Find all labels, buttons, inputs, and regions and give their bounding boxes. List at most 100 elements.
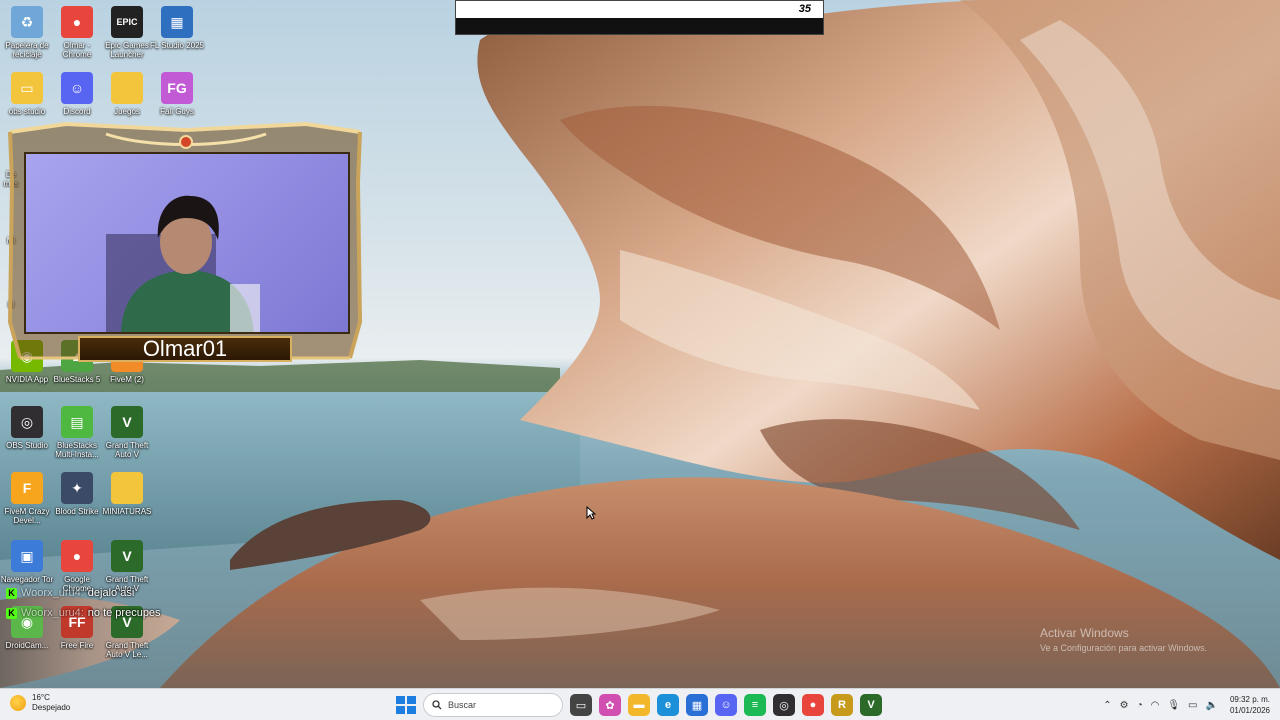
weather-widget[interactable]: 16°C Despejado bbox=[10, 693, 70, 713]
desktop-icon-label: Epic Games Launcher bbox=[105, 41, 149, 59]
tray-app-icon[interactable]: ⚙ bbox=[1120, 700, 1129, 711]
taskbar-app-spotify[interactable]: ≡ bbox=[744, 694, 766, 716]
desktop-icon-label: DroidCam... bbox=[5, 641, 49, 650]
fl-studio-icon: ▦ bbox=[161, 6, 193, 38]
mouse-cursor-icon bbox=[586, 506, 596, 520]
desktop-icon-label: Blood Strike bbox=[55, 507, 99, 516]
windows-logo-tile bbox=[407, 706, 416, 714]
discord-icon: ☺ bbox=[61, 72, 93, 104]
bluestacks-multi-icon: ▤ bbox=[61, 406, 93, 438]
chat-text: dejalo asi bbox=[87, 587, 135, 599]
desktop-icon-label: FL Studio 2025 bbox=[150, 41, 204, 50]
taskbar-search-box[interactable]: Buscar bbox=[423, 693, 563, 717]
fivem-dev-icon: F bbox=[11, 472, 43, 504]
chat-text: no te precupes bbox=[87, 607, 161, 619]
search-placeholder: Buscar bbox=[448, 700, 477, 710]
desktop-icon[interactable]: ▣ Navegador Tor bbox=[0, 540, 54, 584]
desktop-icon-label: Grand Theft Auto V Le... bbox=[105, 641, 149, 659]
desktop-icon[interactable]: F FiveM Crazy Devel... bbox=[0, 472, 54, 525]
start-button[interactable] bbox=[394, 694, 416, 716]
fall-guys-icon: FG bbox=[161, 72, 193, 104]
taskbar: 16°C Despejado Buscar ▭ ✿ ▬ e ▦ ☺ ≡ ◎ ● R V ⌃ ⚙ ◔ … bbox=[0, 688, 1280, 720]
desktop-icon[interactable]: ✦ Blood Strike bbox=[50, 472, 104, 516]
desktop-icon-label: Juegos bbox=[114, 107, 140, 116]
folder-icon bbox=[111, 472, 143, 504]
overlay-progress-strip bbox=[456, 1, 823, 18]
desktop-icon-label: BlueStacks 5 bbox=[53, 375, 101, 384]
desktop-icon-label: NVIDIA App bbox=[5, 375, 49, 384]
windows-logo-tile bbox=[407, 696, 416, 704]
desktop-icon[interactable]: ▭ obs studio bbox=[0, 72, 54, 116]
desktop-icon-label: Papelera de reciclaje bbox=[5, 41, 49, 59]
windows-logo-tile bbox=[396, 706, 405, 714]
taskbar-app-gta-v[interactable]: V bbox=[860, 694, 882, 716]
desktop-icon-label: Grand Theft Auto V bbox=[105, 441, 149, 459]
taskbar-app-roblox-studio[interactable]: R bbox=[831, 694, 853, 716]
stream-top-overlay: 35 bbox=[455, 0, 824, 35]
desktop-icon[interactable]: ▤ BlueStacks Multi-Insta... bbox=[50, 406, 104, 459]
desktop-icon[interactable]: V Grand Theft Auto V bbox=[100, 406, 154, 459]
desktop-icon-label: Olmar - Chrome bbox=[62, 41, 92, 59]
browser-icon: ▣ bbox=[11, 540, 43, 572]
network-icon[interactable]: ◔ bbox=[1137, 700, 1143, 711]
desktop-icon[interactable]: ◎ OBS Studio bbox=[0, 406, 54, 450]
chat-username: Woorx_uru4: bbox=[21, 607, 84, 619]
taskbar-app-chrome[interactable]: ● bbox=[802, 694, 824, 716]
webcam-feed bbox=[24, 152, 350, 334]
blood-strike-icon: ✦ bbox=[61, 472, 93, 504]
search-icon bbox=[432, 700, 442, 710]
taskbar-app-task-view[interactable]: ▭ bbox=[570, 694, 592, 716]
microphone-icon[interactable]: 🎙 bbox=[1167, 700, 1180, 711]
recycle-bin-icon: ♻ bbox=[11, 6, 43, 38]
desktop-icon[interactable]: FG Fall Guys bbox=[150, 72, 204, 116]
weather-description: Despejado bbox=[32, 703, 71, 712]
desktop-icon[interactable]: ▦ FL Studio 2025 bbox=[150, 6, 204, 50]
desktop-icon[interactable]: EPIC Epic Games Launcher bbox=[100, 6, 154, 59]
activate-windows-watermark: Activar Windows Ve a Configuración para … bbox=[1040, 626, 1207, 653]
desktop-icon-label: OBS Studio bbox=[6, 441, 48, 450]
desktop-icon-label: obs studio bbox=[8, 107, 46, 116]
windows-logo-tile bbox=[396, 696, 405, 704]
taskbar-center: Buscar ▭ ✿ ▬ e ▦ ☺ ≡ ◎ ● R V bbox=[394, 692, 882, 718]
overlay-counter: 35 bbox=[798, 3, 811, 15]
desktop-icon-label: MINIATURAS bbox=[102, 507, 152, 516]
taskbar-app-obs[interactable]: ◎ bbox=[773, 694, 795, 716]
desktop-icon-label: BlueStacks Multi-Insta... bbox=[55, 441, 99, 459]
desktop-icon-label: Discord bbox=[63, 107, 91, 116]
kick-icon: K bbox=[6, 607, 17, 619]
watermark-subtitle: Ve a Configuración para activar Windows. bbox=[1040, 643, 1208, 653]
wifi-icon[interactable]: ◠ bbox=[1151, 700, 1160, 711]
folder-icon bbox=[111, 72, 143, 104]
webcam-overlay: Olmar01 bbox=[6, 122, 364, 362]
desktop-icon[interactable]: ☺ Discord bbox=[50, 72, 104, 116]
gta-v-icon: V bbox=[111, 540, 143, 572]
taskbar-app-copilot[interactable]: ✿ bbox=[599, 694, 621, 716]
desktop-icon[interactable]: ♻ Papelera de reciclaje bbox=[0, 6, 54, 59]
taskbar-app-microsoft-store[interactable]: ▦ bbox=[686, 694, 708, 716]
desktop-icon[interactable]: Juegos bbox=[100, 72, 154, 116]
stream-chat-overlay: K Woorx_uru4: dejalo asi K Woorx_uru4: n… bbox=[6, 583, 206, 623]
taskbar-app-file-explorer[interactable]: ▬ bbox=[628, 694, 650, 716]
desktop-icon-label: Free Fire bbox=[60, 641, 94, 650]
webcam-person-silhouette bbox=[106, 195, 260, 332]
gta-v-icon: V bbox=[111, 406, 143, 438]
streamer-name-plate: Olmar01 bbox=[78, 336, 292, 362]
desktop-icon[interactable]: MINIATURAS bbox=[100, 472, 154, 516]
chat-message: K Woorx_uru4: no te precupes bbox=[6, 603, 206, 623]
taskbar-app-discord[interactable]: ☺ bbox=[715, 694, 737, 716]
system-tray: ⌃ ⚙ ◔ ◠ 🎙 ▭ 🔈 09:32 p. m. 01/01/2026 bbox=[1103, 692, 1270, 718]
desktop-icon-label: Fall Guys bbox=[160, 107, 194, 116]
desktop-icon[interactable]: ● Olmar - Chrome bbox=[50, 6, 104, 59]
chrome-icon: ● bbox=[61, 6, 93, 38]
clock-date: 01/01/2026 bbox=[1229, 706, 1270, 715]
chevron-up-icon[interactable]: ⌃ bbox=[1103, 700, 1111, 711]
chat-message: K Woorx_uru4: dejalo asi bbox=[6, 583, 206, 603]
obs-folder-icon: ▭ bbox=[11, 72, 43, 104]
taskbar-app-edge[interactable]: e bbox=[657, 694, 679, 716]
chat-username: Woorx_uru4: bbox=[21, 587, 84, 599]
volume-icon[interactable]: 🔈 bbox=[1206, 700, 1218, 711]
display-icon[interactable]: ▭ bbox=[1188, 700, 1197, 711]
epic-games-icon: EPIC bbox=[111, 6, 143, 38]
kick-icon: K bbox=[6, 587, 17, 599]
taskbar-clock[interactable]: 09:32 p. m. 01/01/2026 bbox=[1230, 694, 1270, 716]
